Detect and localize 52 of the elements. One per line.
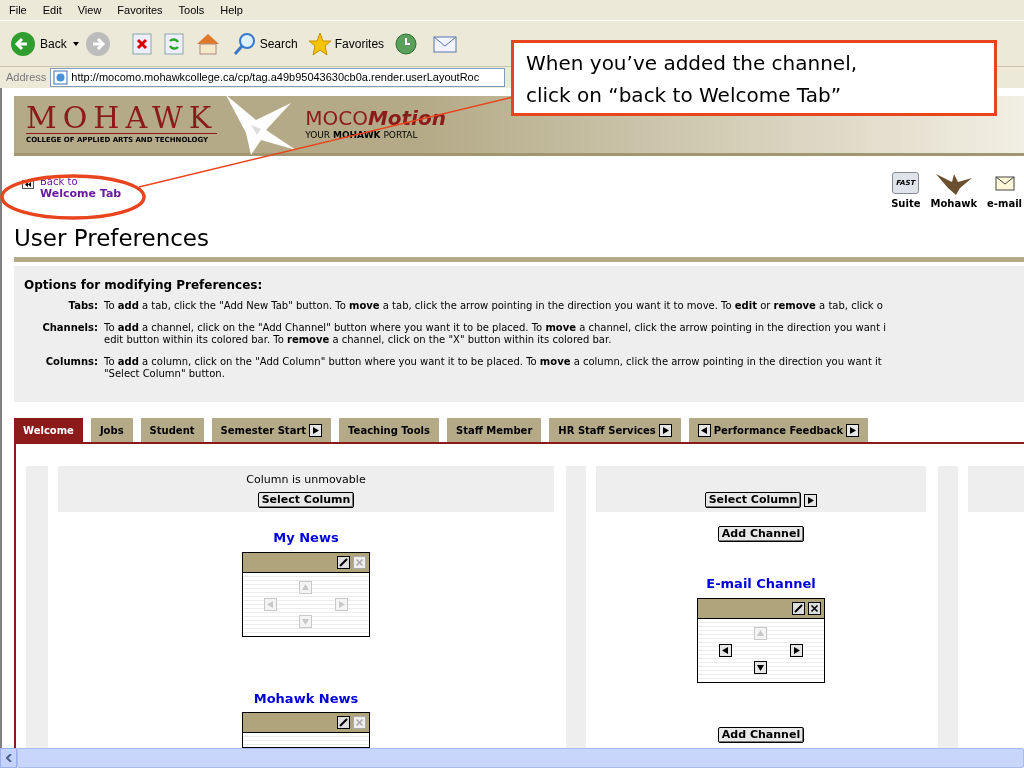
favorites-button[interactable]: Favorites — [307, 31, 385, 56]
menu-item[interactable]: Tools — [178, 1, 205, 19]
address-label: Address — [6, 70, 47, 86]
option-term: Channels: — [41, 322, 98, 335]
search-button[interactable]: Search — [232, 31, 298, 56]
remove-icon[interactable] — [808, 601, 821, 615]
quick-link[interactable]: e-mail — [987, 170, 1022, 211]
college-name: MOHAWK — [26, 103, 218, 134]
option-term: Columns: — [44, 356, 98, 369]
tab[interactable]: Student — [140, 418, 204, 442]
stop-icon[interactable] — [130, 32, 153, 55]
edit-icon[interactable] — [792, 601, 805, 615]
address-field[interactable]: http://mocomo.mohawkcollege.ca/cp/tag.a49b95043630cb0a.render.userLayoutRoc — [50, 68, 506, 87]
column-note: Column is unmovable — [246, 471, 366, 488]
channel-title: E-mail Channel — [706, 575, 816, 593]
menu-item[interactable]: File — [9, 1, 27, 19]
form-button[interactable]: Add Channel — [717, 726, 805, 743]
star-icon — [307, 31, 332, 56]
rewind-icon — [22, 180, 34, 189]
form-button[interactable]: Select Column — [704, 492, 802, 508]
back-button[interactable]: Back — [10, 30, 67, 57]
history-icon[interactable] — [394, 31, 419, 56]
tab[interactable]: Staff Member — [447, 418, 542, 442]
menu-item[interactable]: Favorites — [117, 1, 163, 19]
tab[interactable]: Teaching Tools — [339, 418, 439, 442]
options-title: Options for modifying Preferences: — [24, 277, 264, 294]
option-term: Tabs: — [67, 300, 98, 312]
callout: When you’ve added the channel, click on “back to Welcome Tab” — [511, 40, 997, 116]
quick-link[interactable]: Mohawk — [930, 170, 978, 211]
tab[interactable]: Jobs — [90, 418, 133, 442]
page-icon — [53, 70, 69, 85]
menu-item[interactable]: View — [77, 1, 102, 19]
form-button[interactable]: Select Column — [257, 492, 355, 508]
menu-item[interactable]: Help — [220, 1, 243, 19]
refresh-icon[interactable] — [162, 32, 185, 55]
option-description: To add a channel, click on the "Add Channel" button where you want it to be placed. To move a channel, click the arrow pointing in the direction you want i edit button within its colored bar. To remove a channel, click on the "X" button within its colored bar. — [104, 322, 887, 346]
menu-item[interactable]: Edit — [42, 1, 62, 19]
search-icon — [232, 31, 257, 56]
tab[interactable]: Welcome — [14, 418, 83, 442]
horizontal-scrollbar[interactable] — [0, 748, 1024, 768]
tab[interactable]: Performance Feedback — [688, 418, 869, 442]
edit-icon[interactable] — [337, 555, 350, 569]
channel-title: Mohawk News — [253, 689, 359, 708]
tab[interactable]: Semester Start — [211, 418, 332, 442]
edit-icon[interactable] — [337, 716, 350, 729]
form-button[interactable]: Add Channel — [717, 526, 805, 542]
dropdown-icon[interactable] — [72, 41, 79, 46]
channel-title: My News — [273, 529, 339, 547]
page-heading: User Preferences — [14, 224, 210, 253]
tab[interactable]: HR Staff Services — [549, 418, 681, 442]
option-description: To add a column, click on the "Add Column" button where you want it to be placed. To move a column, click the arrow pointing in the direction you want it "Select Column" button. — [104, 356, 882, 380]
option-description: To add a tab, click the "Add New Tab" button. To move a tab, click the arrow pointing in the direction you want it to move. To edit or remove a tab, click o — [104, 300, 883, 312]
